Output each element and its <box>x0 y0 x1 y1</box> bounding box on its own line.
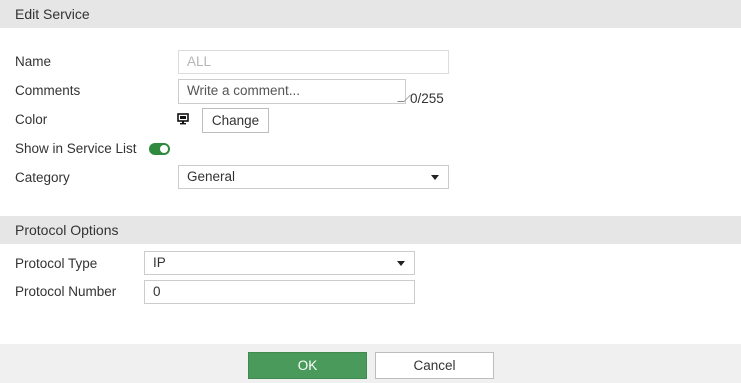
chevron-down-icon <box>397 261 405 266</box>
protocol-number-label: Protocol Number <box>15 284 117 299</box>
comments-counter: 0/255 <box>410 91 444 106</box>
show-in-list-label: Show in Service List <box>15 141 137 156</box>
change-color-button[interactable]: Change <box>202 108 269 133</box>
resize-grip-icon[interactable] <box>397 95 411 102</box>
chevron-down-icon <box>431 175 439 180</box>
category-select[interactable]: General <box>178 165 449 189</box>
name-label: Name <box>15 54 52 69</box>
toggle-knob <box>160 145 168 153</box>
category-value: General <box>187 169 236 184</box>
monitor-icon <box>177 113 189 125</box>
comments-label: Comments <box>15 83 81 98</box>
show-in-list-toggle[interactable] <box>149 143 170 155</box>
color-label: Color <box>15 112 48 127</box>
name-input[interactable]: ALL <box>178 50 449 74</box>
protocol-section-title: Protocol Options <box>0 216 741 244</box>
category-label: Category <box>15 170 70 185</box>
dialog-footer: OK Cancel <box>0 344 741 383</box>
protocol-number-input[interactable]: 0 <box>144 280 415 304</box>
ok-button[interactable]: OK <box>248 352 367 379</box>
protocol-type-select[interactable]: IP <box>144 251 415 275</box>
dialog-title: Edit Service <box>0 0 741 28</box>
comments-placeholder: Write a comment... <box>187 83 301 98</box>
protocol-type-value: IP <box>153 255 166 270</box>
cancel-button[interactable]: Cancel <box>375 352 494 379</box>
protocol-type-label: Protocol Type <box>15 256 98 271</box>
comments-textarea[interactable]: Write a comment... <box>178 79 411 104</box>
